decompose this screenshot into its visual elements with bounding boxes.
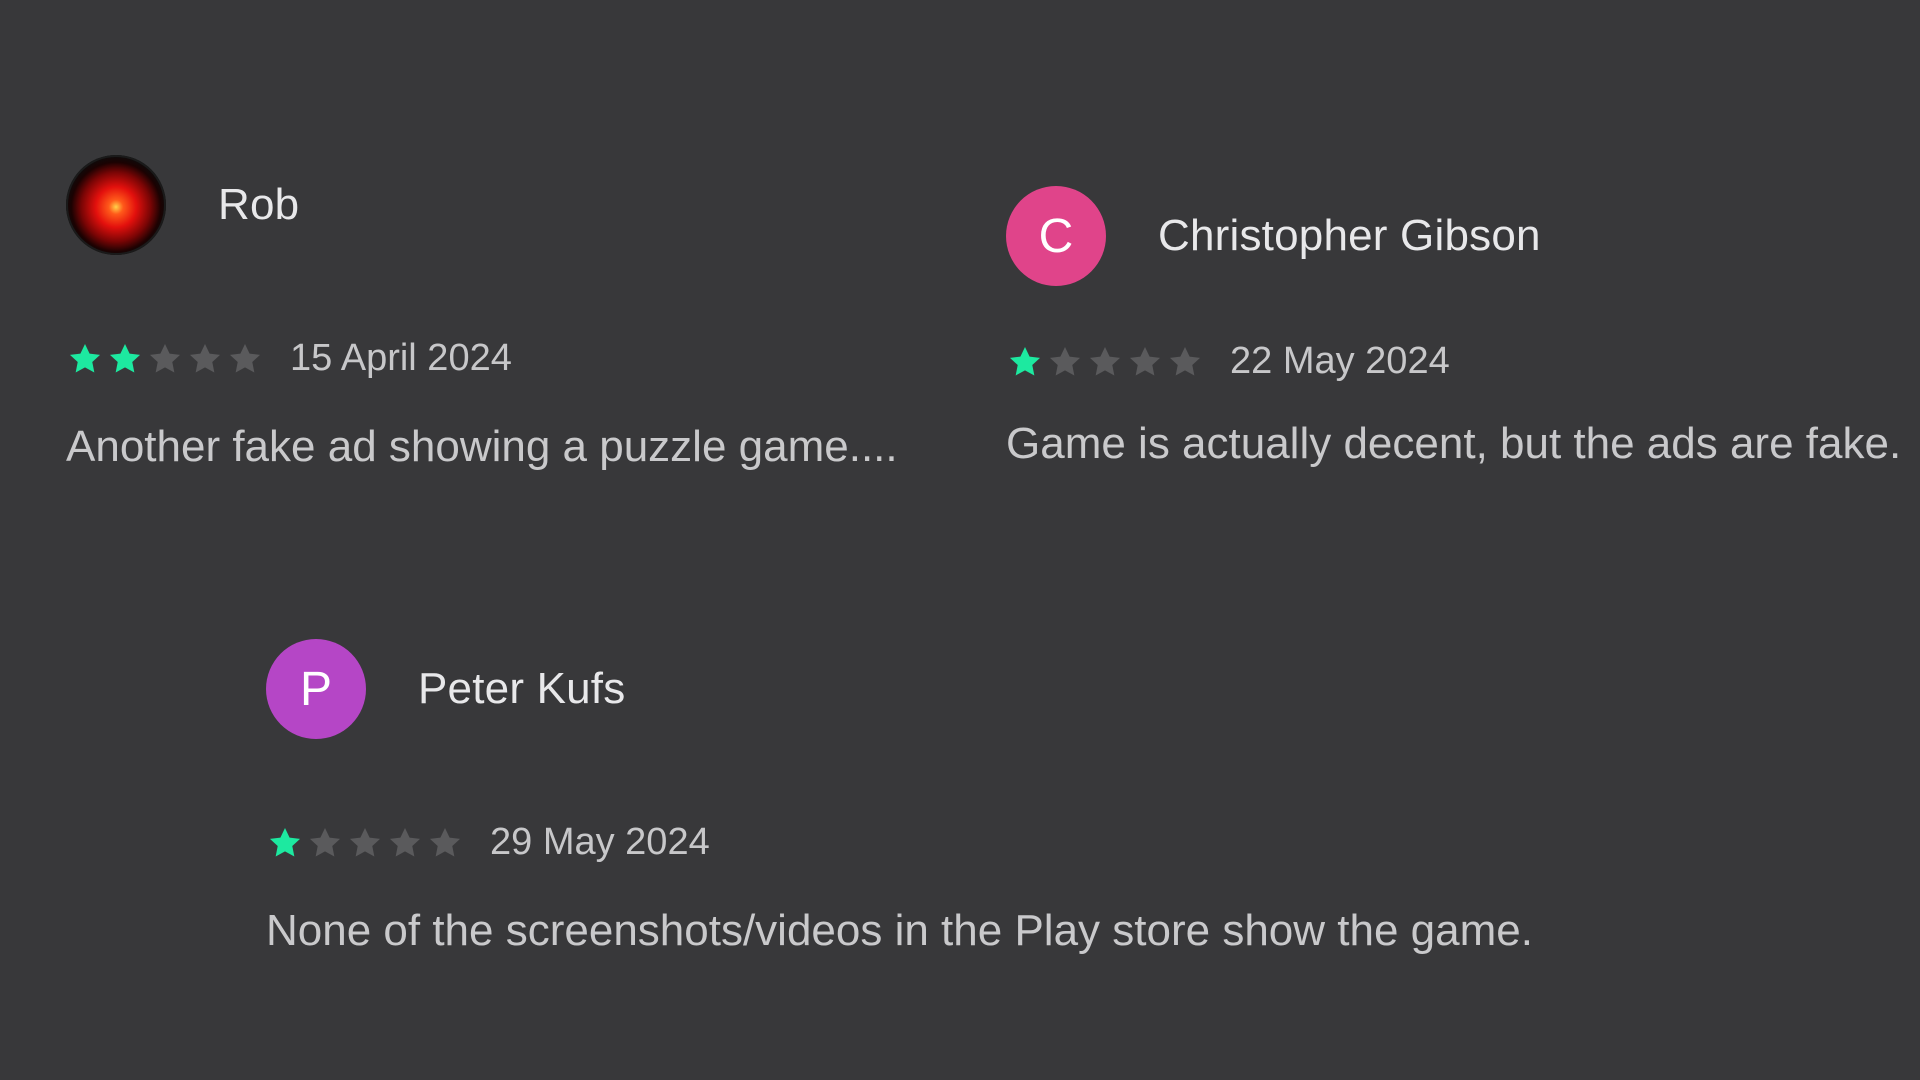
star-empty-icon	[386, 824, 424, 862]
star-empty-icon	[186, 340, 224, 378]
star-empty-icon	[1046, 343, 1084, 381]
star-empty-icon	[1166, 343, 1204, 381]
review-text[interactable]: None of the screenshots/videos in the Pl…	[266, 906, 1666, 956]
star-empty-icon	[346, 824, 384, 862]
star-filled-icon	[1006, 343, 1044, 381]
review-text[interactable]: Game is actually decent, but the ads are…	[1006, 419, 1906, 469]
review-header: P Peter Kufs	[266, 637, 1666, 741]
avatar[interactable]: C	[1006, 186, 1106, 286]
review-meta: 15 April 2024	[66, 337, 966, 380]
review-meta: 29 May 2024	[266, 821, 1666, 864]
reviewer-name[interactable]: Peter Kufs	[418, 664, 625, 714]
review-meta: 22 May 2024	[1006, 340, 1906, 383]
star-filled-icon	[266, 824, 304, 862]
review-date: 22 May 2024	[1230, 340, 1450, 382]
star-empty-icon	[426, 824, 464, 862]
review-text[interactable]: Another fake ad showing a puzzle game...…	[66, 422, 966, 472]
review-card: P Peter Kufs 29 May 2024 None of the scr…	[266, 637, 1666, 956]
star-empty-icon	[1126, 343, 1164, 381]
review-header: Rob	[66, 153, 966, 257]
reviews-page: Rob 15 April 2024 Another fake ad showin…	[0, 0, 1920, 1080]
star-empty-icon	[146, 340, 184, 378]
review-card: C Christopher Gibson 22 May 2024 Game is…	[1006, 184, 1906, 469]
review-date: 29 May 2024	[490, 821, 710, 863]
star-empty-icon	[306, 824, 344, 862]
star-empty-icon	[226, 340, 264, 378]
reviewer-name[interactable]: Rob	[218, 180, 299, 230]
review-card: Rob 15 April 2024 Another fake ad showin…	[66, 153, 966, 472]
reviewer-name[interactable]: Christopher Gibson	[1158, 211, 1541, 261]
star-rating	[66, 340, 266, 378]
review-header: C Christopher Gibson	[1006, 184, 1906, 288]
star-filled-icon	[66, 340, 104, 378]
avatar[interactable]	[66, 155, 166, 255]
star-empty-icon	[1086, 343, 1124, 381]
star-filled-icon	[106, 340, 144, 378]
star-rating	[266, 824, 466, 862]
review-date: 15 April 2024	[290, 337, 512, 379]
avatar[interactable]: P	[266, 639, 366, 739]
star-rating	[1006, 343, 1206, 381]
